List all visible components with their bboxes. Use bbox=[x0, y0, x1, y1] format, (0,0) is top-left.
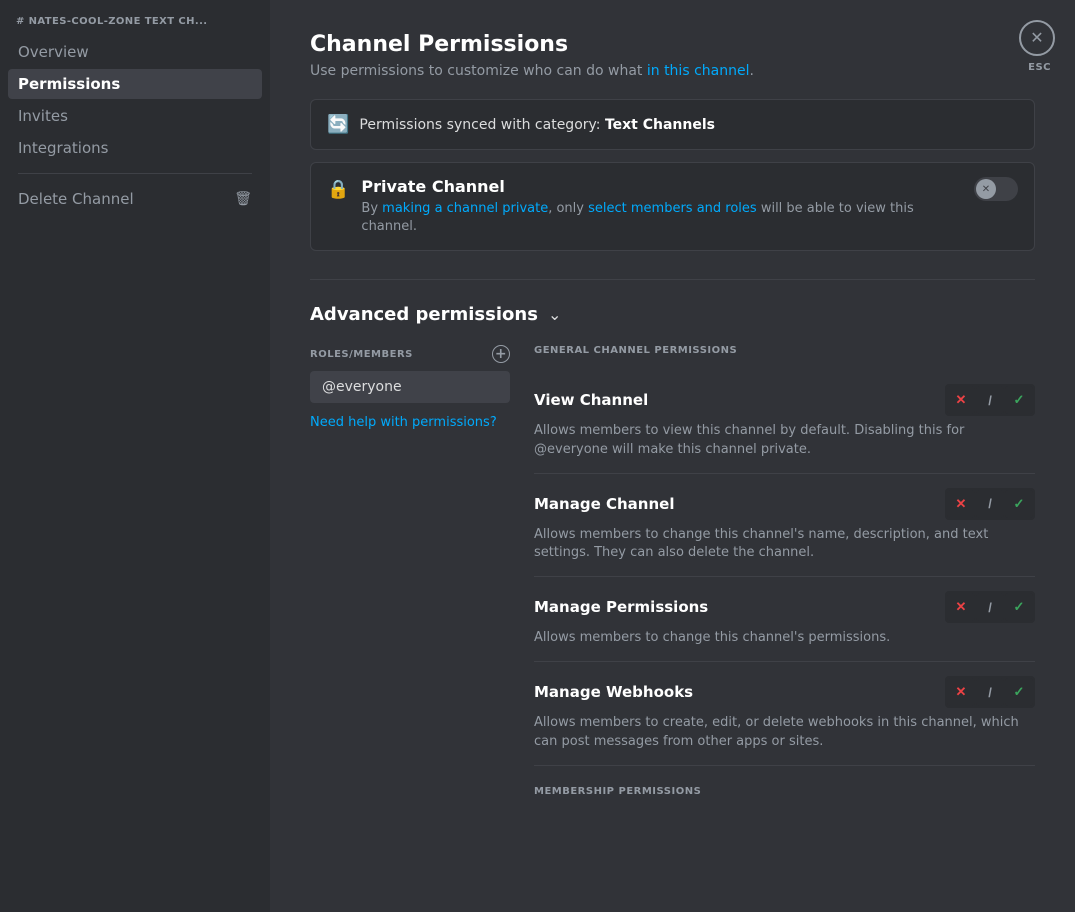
manage-permissions-neutral-button[interactable]: / bbox=[976, 593, 1004, 621]
sidebar-item-label: Invites bbox=[18, 107, 68, 125]
subtitle-highlight: in this channel bbox=[647, 63, 750, 79]
close-icon: ✕ bbox=[1030, 30, 1043, 46]
sidebar-item-invites[interactable]: Invites bbox=[8, 101, 262, 131]
manage-webhooks-allow-button[interactable]: ✓ bbox=[1005, 678, 1033, 706]
toggle-knob: ✕ bbox=[976, 179, 996, 199]
esc-label: ESC bbox=[1028, 62, 1051, 73]
private-channel-toggle[interactable]: ✕ bbox=[974, 177, 1018, 201]
perm-manage-permissions: Manage Permissions ✕ / ✓ Allows members … bbox=[534, 577, 1035, 662]
sidebar-item-delete-channel[interactable]: Delete Channel 🗑 bbox=[8, 184, 262, 214]
perm-manage-webhooks-row: Manage Webhooks ✕ / ✓ bbox=[534, 676, 1035, 708]
perm-manage-channel-buttons: ✕ / ✓ bbox=[945, 488, 1035, 520]
delete-channel-label: Delete Channel bbox=[18, 190, 134, 208]
add-role-button[interactable]: + bbox=[492, 345, 510, 363]
perm-manage-permissions-name: Manage Permissions bbox=[534, 598, 708, 616]
sidebar-item-overview[interactable]: Overview bbox=[8, 37, 262, 67]
channel-header: # NATES-COOL-ZONE TEXT CH... bbox=[8, 12, 262, 35]
trash-icon: 🗑 bbox=[234, 191, 252, 207]
sidebar-divider bbox=[18, 173, 252, 174]
permissions-grid: ROLES/MEMBERS + @everyone Need help with… bbox=[310, 345, 1035, 796]
sidebar-item-permissions[interactable]: Permissions bbox=[8, 69, 262, 99]
view-channel-neutral-button[interactable]: / bbox=[976, 386, 1004, 414]
private-channel-card: 🔒 Private Channel By making a channel pr… bbox=[310, 162, 1035, 251]
perm-view-channel-name: View Channel bbox=[534, 391, 648, 409]
perm-manage-channel: Manage Channel ✕ / ✓ Allows members to c… bbox=[534, 474, 1035, 577]
view-channel-deny-button[interactable]: ✕ bbox=[947, 386, 975, 414]
perm-view-channel-buttons: ✕ / ✓ bbox=[945, 384, 1035, 416]
main-content: ✕ ESC Channel Permissions Use permission… bbox=[270, 0, 1075, 912]
advanced-permissions-header: Advanced permissions ⌄ bbox=[310, 304, 1035, 325]
roles-members-label: ROLES/MEMBERS bbox=[310, 349, 413, 360]
manage-webhooks-deny-button[interactable]: ✕ bbox=[947, 678, 975, 706]
perm-view-channel-desc: Allows members to view this channel by d… bbox=[534, 422, 1035, 458]
roles-members-header: ROLES/MEMBERS + bbox=[310, 345, 510, 363]
private-channel-desc: By making a channel private, only select… bbox=[361, 200, 962, 236]
sidebar-item-integrations[interactable]: Integrations bbox=[8, 133, 262, 163]
private-channel-title: Private Channel bbox=[361, 177, 962, 196]
private-channel-content: Private Channel By making a channel priv… bbox=[361, 177, 962, 236]
perm-manage-webhooks-name: Manage Webhooks bbox=[534, 683, 693, 701]
subtitle-end: . bbox=[749, 63, 753, 79]
manage-channel-allow-button[interactable]: ✓ bbox=[1005, 490, 1033, 518]
help-permissions-link[interactable]: Need help with permissions? bbox=[310, 415, 510, 430]
advanced-permissions-title: Advanced permissions bbox=[310, 304, 538, 325]
sync-category: Text Channels bbox=[605, 117, 715, 133]
perm-manage-permissions-desc: Allows members to change this channel's … bbox=[534, 629, 1035, 647]
sync-text: Permissions synced with category: Text C… bbox=[359, 117, 715, 133]
sidebar-item-label: Integrations bbox=[18, 139, 108, 157]
sync-notice: 🔄 Permissions synced with category: Text… bbox=[310, 99, 1035, 150]
perm-view-channel: View Channel ✕ / ✓ Allows members to vie… bbox=[534, 370, 1035, 473]
sidebar-item-label: Permissions bbox=[18, 75, 120, 93]
lock-icon: 🔒 bbox=[327, 179, 349, 200]
perm-manage-webhooks: Manage Webhooks ✕ / ✓ Allows members to … bbox=[534, 662, 1035, 765]
roles-members-panel: ROLES/MEMBERS + @everyone Need help with… bbox=[310, 345, 510, 796]
page-title: Channel Permissions bbox=[310, 32, 1035, 57]
sidebar: # NATES-COOL-ZONE TEXT CH... Overview Pe… bbox=[0, 0, 270, 912]
perm-manage-channel-desc: Allows members to change this channel's … bbox=[534, 526, 1035, 562]
perm-view-channel-row: View Channel ✕ / ✓ bbox=[534, 384, 1035, 416]
view-channel-allow-button[interactable]: ✓ bbox=[1005, 386, 1033, 414]
chevron-down-icon[interactable]: ⌄ bbox=[548, 305, 561, 324]
manage-permissions-allow-button[interactable]: ✓ bbox=[1005, 593, 1033, 621]
manage-webhooks-neutral-button[interactable]: / bbox=[976, 678, 1004, 706]
perm-manage-channel-name: Manage Channel bbox=[534, 495, 674, 513]
role-everyone[interactable]: @everyone bbox=[310, 371, 510, 403]
manage-permissions-deny-button[interactable]: ✕ bbox=[947, 593, 975, 621]
general-channel-permissions-label: GENERAL CHANNEL PERMISSIONS bbox=[534, 345, 1035, 356]
perm-manage-webhooks-desc: Allows members to create, edit, or delet… bbox=[534, 714, 1035, 750]
subtitle-text: Use permissions to customize who can do … bbox=[310, 63, 647, 79]
perm-manage-permissions-buttons: ✕ / ✓ bbox=[945, 591, 1035, 623]
manage-channel-neutral-button[interactable]: / bbox=[976, 490, 1004, 518]
select-members-link[interactable]: select members and roles bbox=[588, 201, 757, 216]
close-button[interactable]: ✕ bbox=[1019, 20, 1055, 56]
making-channel-private-link[interactable]: making a channel private bbox=[382, 201, 548, 216]
page-subtitle: Use permissions to customize who can do … bbox=[310, 63, 1035, 79]
permissions-list: GENERAL CHANNEL PERMISSIONS View Channel… bbox=[534, 345, 1035, 796]
perm-manage-channel-row: Manage Channel ✕ / ✓ bbox=[534, 488, 1035, 520]
perm-manage-permissions-row: Manage Permissions ✕ / ✓ bbox=[534, 591, 1035, 623]
section-divider bbox=[310, 279, 1035, 280]
perm-manage-webhooks-buttons: ✕ / ✓ bbox=[945, 676, 1035, 708]
sync-icon: 🔄 bbox=[327, 114, 349, 135]
sidebar-item-label: Overview bbox=[18, 43, 89, 61]
membership-permissions-label: MEMBERSHIP PERMISSIONS bbox=[534, 786, 1035, 797]
manage-channel-deny-button[interactable]: ✕ bbox=[947, 490, 975, 518]
